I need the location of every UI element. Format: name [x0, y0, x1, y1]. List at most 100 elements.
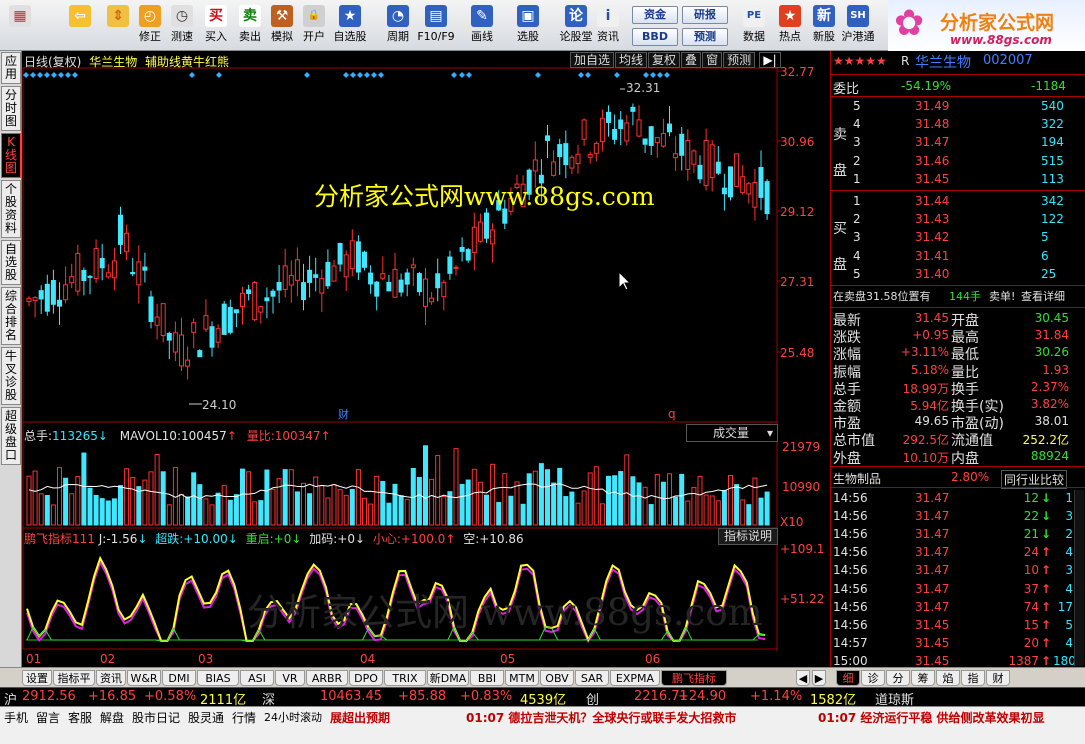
- chart-button[interactable]: 加自选: [570, 52, 615, 68]
- indicator-tab[interactable]: W&R: [127, 670, 161, 686]
- chart-canvas[interactable]: 32.77 30.96 29.12 27.31 25.48 32.31 24.10 财 q 219…: [22, 51, 828, 667]
- indicator-tab[interactable]: 鹏飞指标111: [661, 670, 727, 700]
- toolbar-shhk-button[interactable]: SH 沪港通: [842, 3, 875, 49]
- tick-price: 31.45: [915, 635, 950, 650]
- toolbar-mini-button[interactable]: 资金: [632, 6, 678, 24]
- indicator-tab[interactable]: BBI: [470, 670, 504, 686]
- indicator-tab[interactable]: BIAS: [197, 670, 239, 686]
- status-link[interactable]: 24小时滚动: [264, 709, 322, 725]
- toolbar-item-label: 选股: [517, 30, 539, 43]
- chart-button[interactable]: 窗: [702, 52, 723, 68]
- signal-diamond-icon: [44, 72, 50, 78]
- right-panel-tab[interactable]: 细: [836, 670, 860, 686]
- toolbar-stopwatch-button[interactable]: ◷ 测速: [166, 3, 198, 49]
- toolbar-grid-button[interactable]: ▦: [4, 3, 36, 49]
- divider: [831, 74, 1085, 75]
- toolbar-pencil-button[interactable]: ✎ 画线: [466, 3, 498, 49]
- toolbar-mini-button[interactable]: 预测: [682, 28, 728, 46]
- toolbar-f10-button[interactable]: ▤ F10/F9: [417, 3, 455, 49]
- left-tab[interactable]: 个股资料: [1, 180, 21, 238]
- candle-body: [746, 183, 752, 195]
- right-panel-tab[interactable]: 指: [961, 670, 985, 686]
- volume-dropdown[interactable]: 成交量 ▾: [686, 424, 778, 442]
- toolbar-hot-button[interactable]: ★ 热点: [774, 3, 806, 49]
- quote-value: +3.11%: [900, 345, 949, 360]
- left-tab[interactable]: 牛叉诊股: [1, 347, 21, 405]
- indicator-tab[interactable]: 设置: [22, 670, 52, 686]
- chart-button[interactable]: 预测: [723, 52, 756, 68]
- right-panel-tab[interactable]: 诊: [861, 670, 885, 686]
- status-link[interactable]: 股灵通: [188, 709, 224, 726]
- alert-detail-link[interactable]: 查看详细: [1021, 288, 1065, 304]
- toolbar-screen-button[interactable]: ▣ 选股: [512, 3, 544, 49]
- toolbar-lock-button[interactable]: 🔒 开户: [298, 3, 330, 49]
- candle-body: [191, 322, 197, 333]
- status-link[interactable]: 客服: [68, 709, 92, 726]
- left-tab[interactable]: 应用: [1, 52, 21, 84]
- indicator-tab[interactable]: OBV: [540, 670, 574, 686]
- news-ticker-3[interactable]: 01:07 经济运行平稳 供给侧改革效果初显: [818, 709, 1045, 726]
- indicator-tab[interactable]: 指标平台: [53, 670, 95, 700]
- indicator-help-button[interactable]: 指标说明: [718, 528, 778, 545]
- right-panel-tab[interactable]: 财: [986, 670, 1010, 686]
- indicator-tab[interactable]: 资讯: [96, 670, 126, 686]
- news-ticker-1[interactable]: 展超出预期: [330, 709, 390, 726]
- tick-count: 3: [1065, 509, 1073, 524]
- toolbar-mini-button[interactable]: 研报: [682, 6, 728, 24]
- kline-chart[interactable]: 32.77 30.96 29.12 27.31 25.48 32.31 24.10 财 q 219…: [22, 51, 828, 667]
- bid-price: 31.41: [915, 248, 950, 263]
- toolbar-back-arrow-button[interactable]: ⇦: [64, 3, 96, 49]
- candle-body: [355, 241, 361, 273]
- status-link[interactable]: 手机: [4, 709, 28, 726]
- right-panel-tab[interactable]: 分: [886, 670, 910, 686]
- ask-row: 1 31.45 113: [831, 171, 1081, 189]
- signal-diamond-icon: [216, 72, 222, 78]
- indicator-tab[interactable]: ASI: [240, 670, 274, 686]
- status-link[interactable]: 行情: [232, 709, 256, 726]
- left-tab[interactable]: 综合排名: [1, 287, 21, 345]
- arrow-right-icon[interactable]: ▶|: [759, 52, 781, 68]
- left-tab[interactable]: 自选股: [1, 240, 21, 285]
- indicator-tab[interactable]: 新DMA: [427, 670, 469, 686]
- quote-value: 5.94亿: [910, 399, 949, 413]
- news-ticker-2[interactable]: 01:07 德拉吉泄天机？全球央行或联手发大招救市: [466, 709, 736, 726]
- left-tab[interactable]: K线图: [1, 133, 21, 178]
- indicator-tab[interactable]: VR: [275, 670, 305, 686]
- toolbar-mini-button[interactable]: BBD: [632, 28, 678, 46]
- candle-body: [484, 212, 489, 239]
- left-tab[interactable]: 超级盘口: [1, 407, 21, 465]
- indicator-chaodie: 超跌:+10.00: [155, 532, 228, 546]
- bid-row: 2 31.43 122: [831, 211, 1081, 229]
- tick-row: 14:56 31.47 12 ↓ 1: [831, 490, 1081, 508]
- toolbar-info-button[interactable]: i 资讯: [592, 3, 624, 49]
- status-link[interactable]: 留言: [36, 709, 60, 726]
- toolbar-period-button[interactable]: ◔ 周期: [382, 3, 414, 49]
- chart-button[interactable]: 复权: [648, 52, 681, 68]
- chart-button[interactable]: 叠: [681, 52, 702, 68]
- right-panel-tab[interactable]: 筹: [911, 670, 935, 686]
- right-panel-tab[interactable]: 焰: [936, 670, 960, 686]
- candle-body: [691, 150, 697, 165]
- toolbar-item-label: 开户: [303, 30, 325, 43]
- toolbar-star-button[interactable]: ★ 自选股: [334, 3, 367, 49]
- status-link[interactable]: 解盘: [100, 709, 124, 726]
- left-tab[interactable]: 分时图: [1, 86, 21, 131]
- scrollbar[interactable]: [1074, 490, 1084, 666]
- indicator-tab[interactable]: ARBR: [306, 670, 348, 686]
- arrow-right-icon[interactable]: ▶: [812, 670, 826, 686]
- indicator-tab[interactable]: SAR: [575, 670, 609, 686]
- volume-bar: [270, 488, 276, 526]
- toolbar-newstock-button[interactable]: 新新股: [808, 3, 840, 49]
- chart-button[interactable]: 均线: [615, 52, 648, 68]
- indicator-tab[interactable]: DMI: [162, 670, 196, 686]
- indicator-tab[interactable]: DPO: [349, 670, 383, 686]
- arrow-left-icon[interactable]: ◀: [796, 670, 810, 686]
- alert-type: 卖单!: [989, 290, 1016, 303]
- toolbar-pe-button[interactable]: PE 数据: [738, 3, 770, 49]
- signal-diamond-icon: [459, 72, 465, 78]
- indicator-tab[interactable]: TRIX: [384, 670, 426, 686]
- toolbar-buy-button[interactable]: 买买入: [200, 3, 232, 49]
- indicator-tab[interactable]: MTM: [505, 670, 539, 686]
- status-link[interactable]: 股市日记: [132, 709, 180, 726]
- indicator-tab[interactable]: EXPMA: [610, 670, 660, 686]
